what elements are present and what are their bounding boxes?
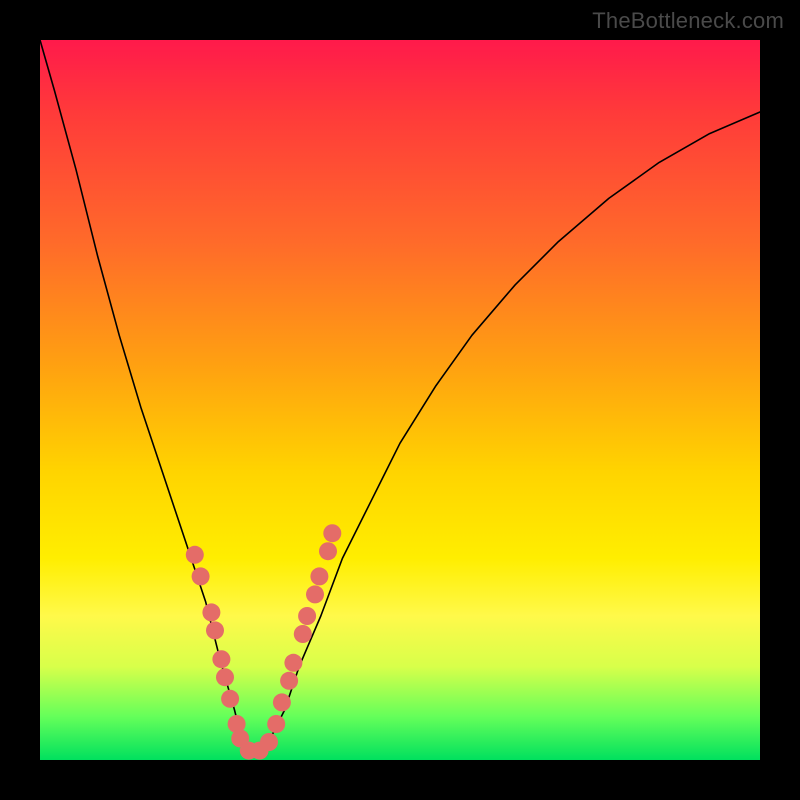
highlight-dot bbox=[221, 690, 239, 708]
highlight-dot bbox=[260, 733, 278, 751]
highlight-dot bbox=[306, 585, 324, 603]
highlight-dot bbox=[280, 672, 298, 690]
chart-svg bbox=[40, 40, 760, 760]
highlight-dot bbox=[284, 654, 302, 672]
watermark-text: TheBottleneck.com bbox=[592, 8, 784, 34]
highlight-dot bbox=[323, 524, 341, 542]
bottleneck-curve-path bbox=[40, 40, 760, 753]
highlight-dot bbox=[319, 542, 337, 560]
highlight-dot bbox=[192, 567, 210, 585]
highlight-dot bbox=[206, 621, 224, 639]
highlight-dot bbox=[186, 546, 204, 564]
highlight-dot bbox=[267, 715, 285, 733]
highlight-dot bbox=[298, 607, 316, 625]
highlight-dot bbox=[273, 693, 291, 711]
highlight-dot bbox=[212, 650, 230, 668]
highlight-dot bbox=[310, 567, 328, 585]
chart-plot-area bbox=[40, 40, 760, 760]
highlight-dot bbox=[216, 668, 234, 686]
highlight-dots-group bbox=[186, 524, 341, 759]
highlight-dot bbox=[202, 603, 220, 621]
chart-stage: TheBottleneck.com bbox=[0, 0, 800, 800]
highlight-dot bbox=[294, 625, 312, 643]
